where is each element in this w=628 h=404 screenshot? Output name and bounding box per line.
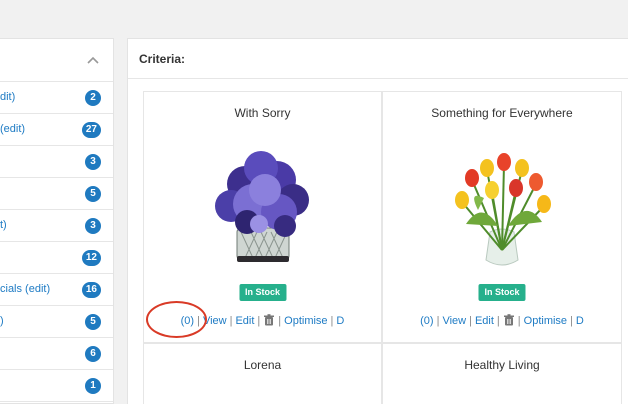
sidebar-item[interactable]: (edit) 27 <box>0 114 113 146</box>
count-badge: 12 <box>81 250 101 266</box>
sidebar-header <box>0 39 113 82</box>
sidebar-item-label[interactable]: t) <box>0 219 7 231</box>
sidebar-item-label[interactable]: cials (edit) <box>0 283 50 295</box>
panel-title: Criteria: <box>128 39 628 79</box>
annotation-circle <box>146 301 207 338</box>
count-badge: 27 <box>81 122 101 138</box>
sidebar-item[interactable]: ) 5 <box>0 306 113 338</box>
count-badge: 6 <box>85 346 101 362</box>
sidebar-item[interactable]: 5 <box>0 178 113 210</box>
category-sidebar: dit) 2 (edit) 27 3 5 t) 3 12 cials (edit… <box>0 38 114 404</box>
count-badge: 16 <box>81 282 101 298</box>
product-title: Healthy Living <box>464 358 540 372</box>
count-badge: 2 <box>85 90 101 106</box>
count-badge: 3 <box>85 218 101 234</box>
in-stock-badge: In Stock <box>478 284 526 301</box>
sidebar-item-label[interactable]: dit) <box>0 91 15 103</box>
sidebar-item[interactable]: t) 3 <box>0 210 113 242</box>
more-link[interactable]: D <box>336 315 344 327</box>
product-card: Something for Everywhere In Stock (0) | Vi… <box>382 91 622 343</box>
edit-link[interactable]: Edit <box>235 315 254 327</box>
review-count-link[interactable]: (0) <box>420 315 433 327</box>
count-badge: 3 <box>85 154 101 170</box>
product-card: Lorena <box>143 343 382 404</box>
trash-icon[interactable] <box>503 314 515 326</box>
sidebar-item-label[interactable]: (edit) <box>0 123 25 135</box>
sidebar-item-label[interactable]: ) <box>0 315 4 327</box>
in-stock-badge: In Stock <box>238 284 287 301</box>
count-badge: 1 <box>85 378 101 394</box>
product-title: With Sorry <box>234 106 291 120</box>
count-badge: 5 <box>85 314 101 330</box>
sidebar-item[interactable]: dit) 2 <box>0 82 113 114</box>
sidebar-item[interactable]: 12 <box>0 242 113 274</box>
sidebar-item[interactable]: cials (edit) 16 <box>0 274 113 306</box>
trash-icon[interactable] <box>263 314 275 326</box>
optimise-link[interactable]: Optimise <box>284 315 327 327</box>
sidebar-item[interactable]: 1 <box>0 370 113 402</box>
product-actions: (0) | View | Edit | | Optimise | D <box>420 314 584 327</box>
edit-link[interactable]: Edit <box>475 315 494 327</box>
product-card: Healthy Living <box>382 343 622 404</box>
chevron-up-icon[interactable] <box>86 55 100 65</box>
hydrangea-bouquet-image[interactable] <box>193 140 333 280</box>
product-title: Something for Everywhere <box>431 106 573 120</box>
sidebar-item[interactable]: 6 <box>0 338 113 370</box>
product-title: Lorena <box>243 358 282 372</box>
count-badge: 5 <box>85 186 101 202</box>
more-link[interactable]: D <box>576 315 584 327</box>
tulip-bouquet-image[interactable] <box>432 140 572 280</box>
view-link[interactable]: View <box>442 315 466 327</box>
optimise-link[interactable]: Optimise <box>524 315 567 327</box>
sidebar-item[interactable]: 3 <box>0 146 113 178</box>
